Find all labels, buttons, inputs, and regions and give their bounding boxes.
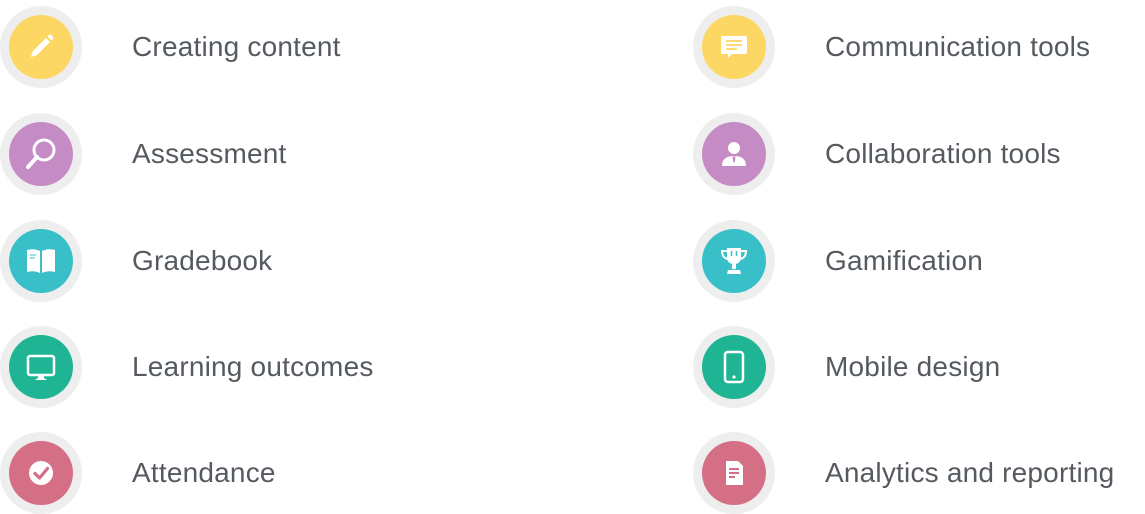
icon-ring [0,113,82,195]
feature-item-learning-outcomes: Learning outcomes [0,326,374,408]
smartphone-icon [702,335,766,399]
document-icon [702,441,766,505]
monitor-icon [9,335,73,399]
icon-ring [0,326,82,408]
icon-ring [693,6,775,88]
book-icon [9,229,73,293]
feature-item-analytics-and-reporting: Analytics and reporting [693,432,1114,514]
icon-ring [693,113,775,195]
icon-ring [693,326,775,408]
feature-label: Learning outcomes [132,351,374,382]
feature-item-creating-content: Creating content [0,6,341,88]
feature-label: Creating content [132,31,341,62]
magnifier-icon [9,122,73,186]
icon-ring [0,432,82,514]
person-icon [702,122,766,186]
feature-label: Mobile design [825,351,1001,382]
icon-ring [693,220,775,302]
feature-label: Gradebook [132,245,273,276]
checkmark-icon [9,441,73,505]
feature-label: Communication tools [825,31,1091,62]
feature-item-gradebook: Gradebook [0,220,272,302]
feature-item-assessment: Assessment [0,113,287,195]
feature-label: Analytics and reporting [825,457,1115,488]
icon-ring [0,6,82,88]
feature-item-attendance: Attendance [0,432,276,514]
feature-label: Assessment [132,138,287,169]
feature-label: Attendance [132,457,276,488]
icon-ring [693,432,775,514]
trophy-icon [702,229,766,293]
feature-item-mobile-design: Mobile design [693,326,1000,408]
icon-ring [0,220,82,302]
feature-label: Collaboration tools [825,138,1061,169]
chat-bubble-icon [702,15,766,79]
feature-item-collaboration-tools: Collaboration tools [693,113,1061,195]
pencil-icon [9,15,73,79]
feature-item-gamification: Gamification [693,220,983,302]
feature-label: Gamification [825,245,984,276]
feature-item-communication-tools: Communication tools [693,6,1090,88]
feature-list: Creating content Assessment Gradebook Le… [0,0,1145,514]
